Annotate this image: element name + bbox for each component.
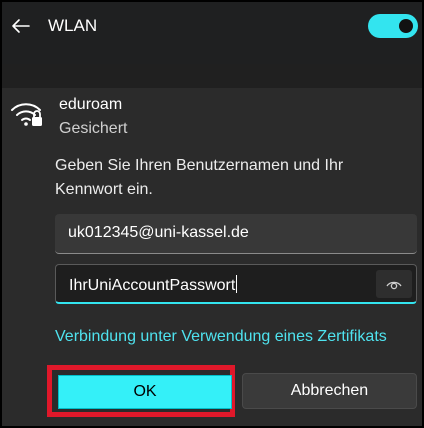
toggle-knob — [399, 19, 413, 33]
network-name: eduroam — [59, 96, 123, 113]
network-panel: eduroam Gesichert Geben Sie Ihren Benutz… — [2, 88, 422, 426]
network-status: Gesichert — [59, 120, 128, 137]
username-field[interactable]: uk012345@uni-kassel.de — [55, 214, 417, 254]
wifi-secured-icon — [10, 98, 46, 128]
username-value: uk012345@uni-kassel.de — [68, 224, 249, 241]
credentials-prompt: Geben Sie Ihren Benutzernamen und Ihr Ke… — [55, 157, 344, 198]
certificate-connection-link[interactable]: Verbindung unter Verwendung eines Zertif… — [55, 328, 387, 346]
back-arrow-icon[interactable] — [10, 15, 32, 37]
wlan-toggle[interactable] — [368, 14, 418, 38]
page-title: WLAN — [48, 16, 98, 35]
wlan-header: WLAN — [2, 2, 422, 64]
cancel-button[interactable]: Abbrechen — [242, 373, 417, 409]
text-caret — [236, 275, 238, 293]
wifi-settings-window: WLAN eduroam Gesichert Geben Sie Ihren B… — [0, 0, 424, 428]
password-value-wrap: IhrUniAccountPasswort — [69, 275, 238, 295]
password-field[interactable]: IhrUniAccountPasswort — [55, 264, 417, 304]
password-value: IhrUniAccountPasswort — [69, 277, 236, 294]
reveal-password-icon[interactable] — [376, 270, 412, 298]
ok-button[interactable]: OK — [58, 375, 232, 409]
